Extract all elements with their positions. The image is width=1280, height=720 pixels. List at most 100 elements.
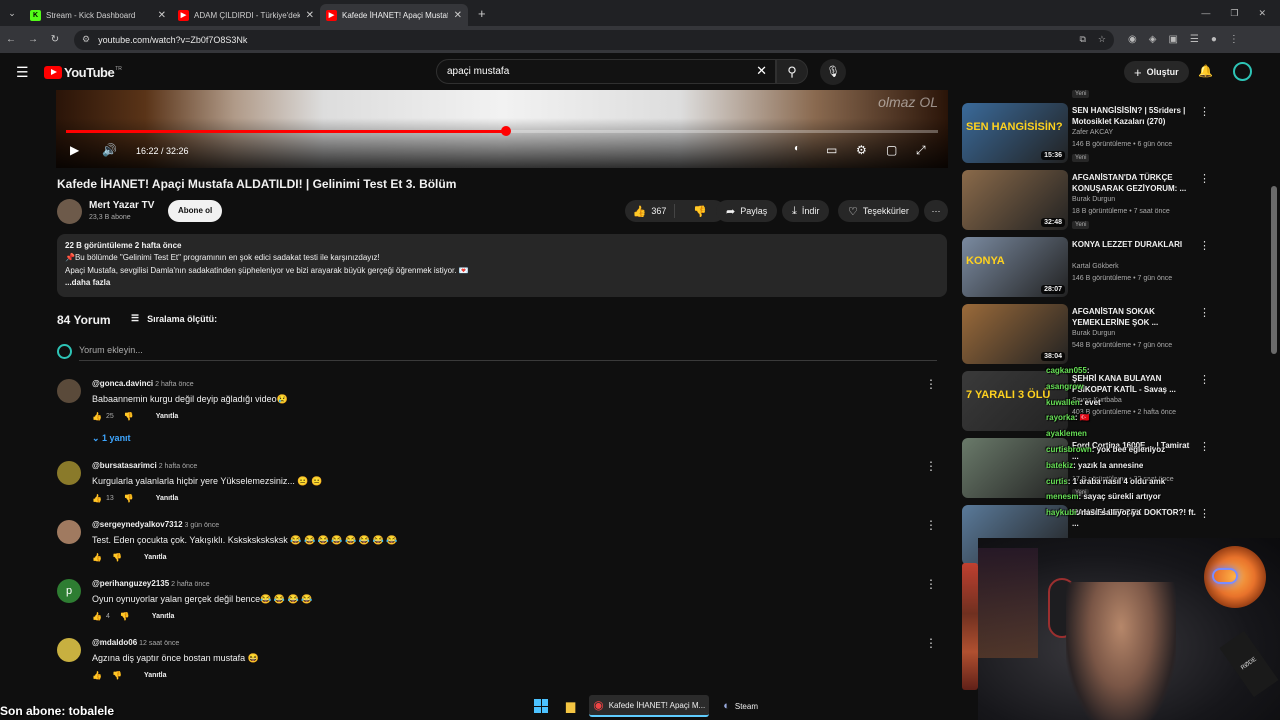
video-player[interactable]: olmaz OL ▶ 🔊 16:22 / 32:26 ◐ ▭ ⚙ ▢ ⤢ bbox=[56, 90, 948, 168]
bookmark-star-icon[interactable]: ☆ bbox=[1098, 34, 1106, 45]
comment-author[interactable]: @perihanguzey2135 bbox=[92, 579, 169, 588]
video-channel[interactable]: Kartal Gökberk bbox=[1072, 263, 1119, 270]
commenter-avatar[interactable] bbox=[57, 379, 81, 403]
video-menu-icon[interactable]: ⋮ bbox=[1199, 507, 1210, 520]
comment-time[interactable]: 2 hafta önce bbox=[171, 581, 210, 588]
video-menu-icon[interactable]: ⋮ bbox=[1199, 440, 1210, 453]
comment-time[interactable]: 3 gün önce bbox=[185, 522, 220, 529]
search-button[interactable]: ⚲ bbox=[776, 59, 808, 84]
sort-comments-button[interactable]: ☰ Sıralama ölçütü: bbox=[131, 313, 217, 324]
thanks-button[interactable]: ♡ Teşekkürler bbox=[838, 200, 919, 222]
thumbs-down-icon[interactable]: 👎 bbox=[112, 553, 122, 562]
commenter-avatar[interactable] bbox=[57, 638, 81, 662]
thumbs-up-icon[interactable]: 👍 bbox=[92, 612, 102, 621]
show-more-link[interactable]: ...daha fazla bbox=[65, 277, 939, 289]
reply-button[interactable]: Yanıtla bbox=[152, 613, 175, 620]
clear-search-icon[interactable]: ✕ bbox=[756, 63, 767, 79]
extension-icon[interactable]: ◉ bbox=[1128, 34, 1137, 45]
autoplay-toggle[interactable]: ◐ bbox=[794, 143, 800, 154]
video-menu-icon[interactable]: ⋮ bbox=[1199, 172, 1210, 185]
channel-avatar[interactable] bbox=[57, 199, 82, 224]
video-channel[interactable]: Burak Durgun bbox=[1072, 330, 1115, 337]
page-scrollbar[interactable] bbox=[1271, 186, 1277, 354]
commenter-avatar[interactable] bbox=[57, 461, 81, 485]
sidepanel-icon[interactable]: ☰ bbox=[1190, 34, 1199, 45]
menu-icon[interactable]: ⋮ bbox=[1229, 34, 1239, 45]
close-tab-icon[interactable]: ✕ bbox=[158, 10, 166, 21]
progress-bar[interactable] bbox=[66, 126, 938, 136]
theater-mode-icon[interactable]: ▢ bbox=[886, 143, 897, 157]
add-comment-input[interactable]: Yorum ekleyin... bbox=[79, 345, 937, 361]
create-button[interactable]: + Oluştur bbox=[1124, 61, 1189, 83]
address-bar[interactable]: ⚙ youtube.com/watch?v=Zb0f7O8S3Nk ⧉ ☆ bbox=[74, 29, 1114, 50]
volume-icon[interactable]: 🔊 bbox=[102, 143, 117, 157]
comment-menu-icon[interactable]: ⋮ bbox=[925, 377, 937, 391]
subtitles-icon[interactable]: ▭ bbox=[826, 143, 837, 157]
thumbs-up-icon[interactable]: 👍 bbox=[92, 494, 102, 503]
start-button[interactable] bbox=[530, 695, 552, 717]
recommended-video[interactable]: 38:04 AFGANİSTAN SOKAK YEMEKLERİNE ŞOK ..… bbox=[962, 304, 1262, 364]
browser-tab-youtube-1[interactable]: ▶ ADAM ÇILDIRDI - Türkiye'deki Y... ✕ bbox=[172, 4, 320, 26]
more-actions-button[interactable]: ⋯ bbox=[924, 200, 948, 222]
video-menu-icon[interactable]: ⋮ bbox=[1199, 373, 1210, 386]
reply-button[interactable]: Yanıtla bbox=[156, 495, 179, 502]
hamburger-menu-icon[interactable]: ☰ bbox=[16, 64, 29, 81]
forward-icon[interactable]: → bbox=[22, 34, 44, 45]
back-icon[interactable]: ← bbox=[0, 34, 22, 45]
description-box[interactable]: 22 B görüntüleme 2 hafta önce 📌Bu bölümd… bbox=[57, 234, 947, 297]
site-info-icon[interactable]: ⚙ bbox=[82, 34, 90, 45]
comment-menu-icon[interactable]: ⋮ bbox=[925, 577, 937, 591]
comment-time[interactable]: 12 saat önce bbox=[139, 640, 179, 647]
commenter-avatar[interactable]: p bbox=[57, 579, 81, 603]
dislike-button[interactable]: 👎 bbox=[680, 205, 720, 218]
thumbs-down-icon[interactable]: 👎 bbox=[124, 412, 134, 421]
scrubber-handle[interactable] bbox=[501, 126, 511, 136]
close-window-icon[interactable]: ✕ bbox=[1258, 8, 1266, 19]
browser-tab-kick[interactable]: K Stream - Kick Dashboard ✕ bbox=[24, 4, 172, 26]
video-channel[interactable]: Burak Durgun bbox=[1072, 196, 1115, 203]
recommended-video[interactable]: KONYA 28:07 KONYA LEZZET DURAKLARI Kartal G… bbox=[962, 237, 1262, 297]
video-title[interactable]: ŞEHRİ KANA BULAYAN PSİKOPAT KATİL - Sava… bbox=[1072, 373, 1198, 395]
recommended-video[interactable]: 7 YARALI 3 ÖLÜ ŞEHRİ KANA BULAYAN PSİKOPA… bbox=[962, 371, 1262, 431]
install-icon[interactable]: ⧉ bbox=[1079, 34, 1085, 45]
recommended-video[interactable]: 32:48 AFGANİSTAN'DA TÜRKÇE KONUŞARAK GEZİ… bbox=[962, 170, 1262, 230]
voice-search-button[interactable]: 🎙 bbox=[820, 59, 846, 85]
thumbs-down-icon[interactable]: 👎 bbox=[120, 612, 130, 621]
channel-name[interactable]: Mert Yazar TV bbox=[89, 200, 154, 211]
puzzle-icon[interactable]: ▣ bbox=[1168, 34, 1177, 45]
like-button[interactable]: 👍 367 bbox=[625, 204, 675, 218]
maximize-icon[interactable]: ❐ bbox=[1230, 8, 1238, 19]
thumbs-up-icon[interactable]: 👍 bbox=[92, 553, 102, 562]
chrome-taskbar-button[interactable]: ◉ Kafede İHANET! Apaçi M... bbox=[589, 695, 710, 717]
comment-menu-icon[interactable]: ⋮ bbox=[925, 636, 937, 650]
thumbs-up-icon[interactable]: 👍 bbox=[92, 412, 102, 421]
comment-time[interactable]: 2 hafta önce bbox=[159, 463, 198, 470]
search-input[interactable]: apaçi mustafa ✕ bbox=[436, 59, 776, 84]
recommended-video[interactable]: SEN HANGİSİSİN? 15:36 SEN HANGİSİSİN? | 5S… bbox=[962, 103, 1262, 163]
reload-icon[interactable]: ↻ bbox=[44, 34, 66, 45]
share-button[interactable]: ➦ Paylaş bbox=[716, 200, 778, 222]
play-icon[interactable]: ▶ bbox=[70, 143, 79, 157]
video-thumbnail[interactable]: KONYA 28:07 bbox=[962, 237, 1068, 297]
video-title[interactable]: AFGANİSTAN'DA TÜRKÇE KONUŞARAK GEZİYORUM… bbox=[1072, 172, 1198, 194]
view-replies-button[interactable]: ⌄ 1 yanıt bbox=[92, 433, 131, 444]
video-channel[interactable]: Zafer AKCAY bbox=[1072, 129, 1113, 136]
comment-author[interactable]: @sergeynedyalkov7312 bbox=[92, 520, 183, 529]
minimize-icon[interactable]: — bbox=[1201, 8, 1210, 19]
tab-search-icon[interactable]: ⌄ bbox=[0, 8, 24, 19]
thumbs-up-icon[interactable]: 👍 bbox=[92, 671, 102, 680]
account-avatar[interactable] bbox=[1233, 62, 1252, 81]
settings-gear-icon[interactable]: ⚙ bbox=[856, 143, 867, 157]
thumbs-down-icon[interactable]: 👎 bbox=[124, 494, 134, 503]
file-explorer-button[interactable]: ▆ bbox=[562, 695, 579, 717]
video-menu-icon[interactable]: ⋮ bbox=[1199, 306, 1210, 319]
steam-taskbar-button[interactable]: ◐ Steam bbox=[719, 695, 762, 717]
close-tab-icon[interactable]: ✕ bbox=[454, 10, 462, 21]
comment-menu-icon[interactable]: ⋮ bbox=[925, 459, 937, 473]
reply-button[interactable]: Yanıtla bbox=[144, 672, 167, 679]
comment-author[interactable]: @gonca.davinci bbox=[92, 379, 153, 388]
profile-icon[interactable]: ● bbox=[1211, 34, 1217, 45]
notifications-bell-icon[interactable]: 🔔 bbox=[1198, 64, 1213, 78]
video-menu-icon[interactable]: ⋮ bbox=[1199, 239, 1210, 252]
comment-time[interactable]: 2 hafta önce bbox=[155, 381, 194, 388]
